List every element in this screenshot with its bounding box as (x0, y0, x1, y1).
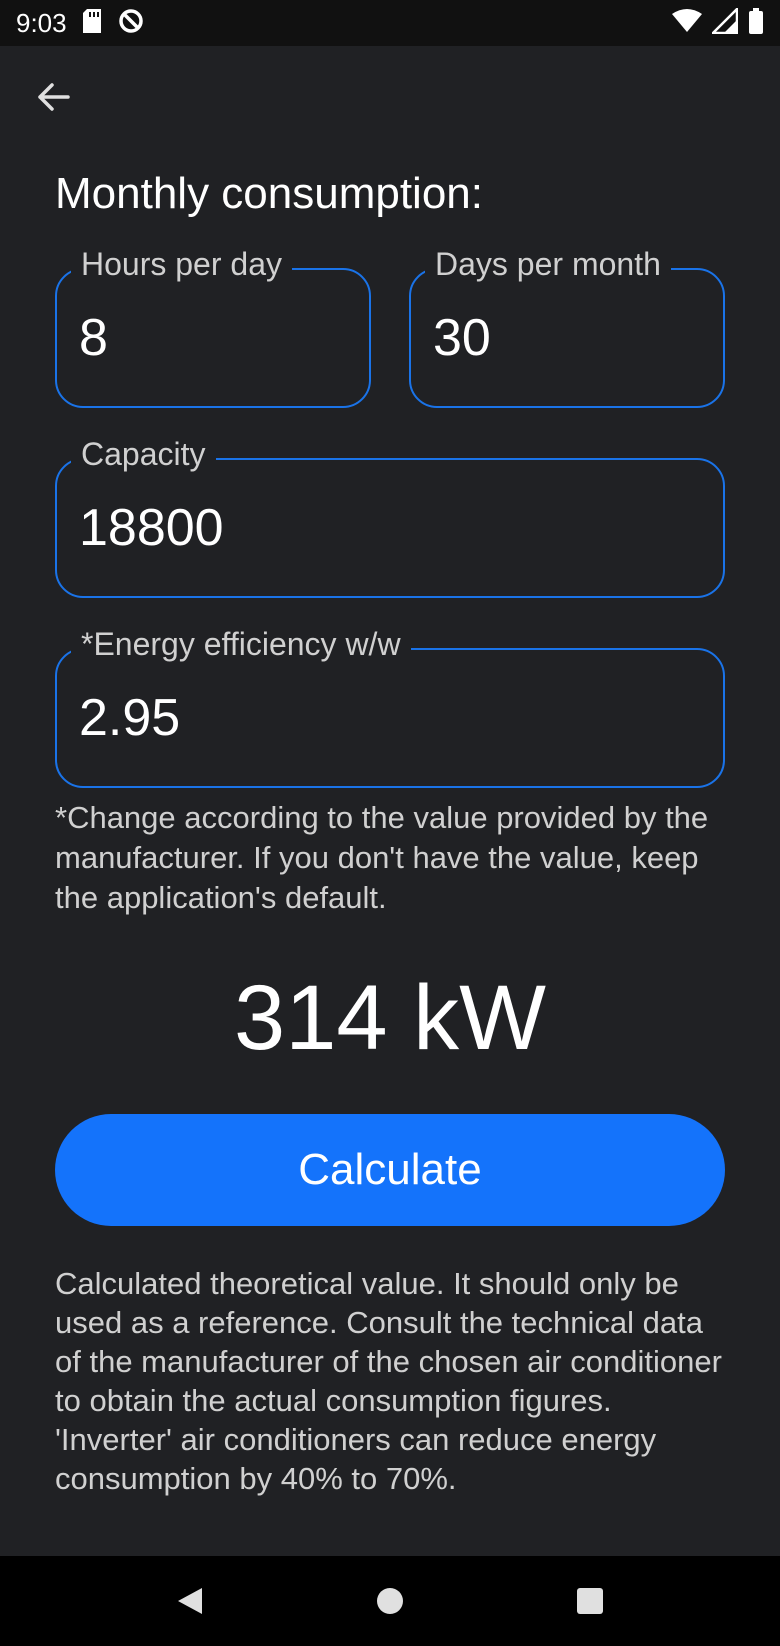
back-triangle-icon[interactable] (170, 1581, 210, 1621)
days-per-month-field[interactable]: Days per month 30 (409, 246, 725, 408)
sync-icon (117, 7, 145, 40)
back-button[interactable] (30, 76, 76, 122)
hours-per-day-input[interactable]: 8 (79, 308, 108, 368)
page-title: Monthly consumption: (55, 169, 483, 218)
calculate-button[interactable]: Calculate (55, 1114, 725, 1226)
home-circle-icon[interactable] (370, 1581, 410, 1621)
disclaimer-text: Calculated theoretical value. It should … (55, 1266, 722, 1496)
arrow-back-icon (36, 82, 70, 117)
capacity-input[interactable]: 18800 (79, 498, 224, 558)
battery-icon (748, 7, 764, 39)
sd-card-icon (81, 8, 103, 39)
result-value: 314 kW (234, 967, 546, 1069)
capacity-label: Capacity (71, 436, 216, 473)
status-bar: 9:03 (0, 0, 780, 46)
system-nav-bar (0, 1556, 780, 1646)
app-screen: Monthly consumption: Hours per day 8 Day… (0, 46, 780, 1556)
days-per-month-label: Days per month (425, 246, 671, 283)
capacity-field[interactable]: Capacity 18800 (55, 436, 725, 598)
energy-efficiency-label: *Energy efficiency w/w (71, 626, 411, 663)
status-time: 9:03 (16, 7, 67, 38)
hours-per-day-label: Hours per day (71, 246, 292, 283)
wifi-icon (672, 8, 702, 38)
energy-efficiency-field[interactable]: *Energy efficiency w/w 2.95 (55, 626, 725, 788)
recents-square-icon[interactable] (570, 1581, 610, 1621)
hours-per-day-field[interactable]: Hours per day 8 (55, 246, 371, 408)
energy-efficiency-input[interactable]: 2.95 (79, 688, 180, 748)
signal-icon (709, 5, 739, 39)
efficiency-note: *Change according to the value provided … (55, 800, 709, 915)
days-per-month-input[interactable]: 30 (433, 308, 491, 368)
